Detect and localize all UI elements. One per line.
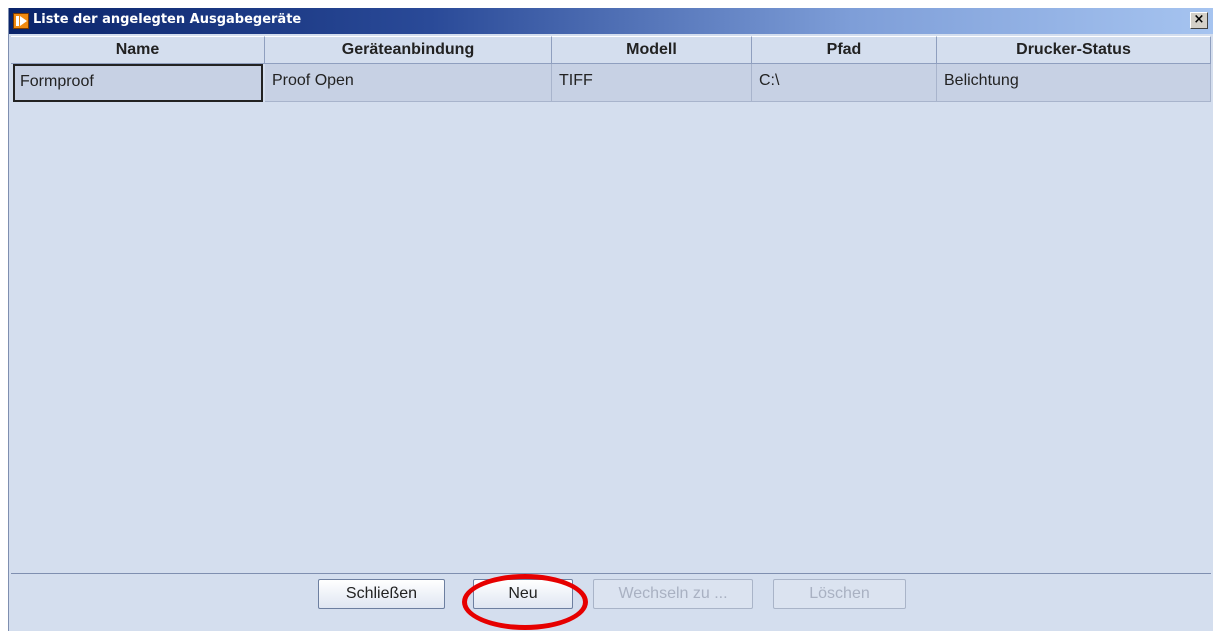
cell-printer-status[interactable]: Belichtung (937, 64, 1211, 102)
window-title: Liste der angelegten Ausgabegeräte (33, 12, 302, 27)
device-list-window: Liste der angelegten Ausgabegeräte × Nam… (8, 8, 1213, 631)
close-icon[interactable]: × (1190, 12, 1208, 29)
table-row[interactable]: Formproof Proof Open TIFF C:\ Belichtung (11, 64, 1211, 102)
column-header-model[interactable]: Modell (552, 36, 752, 64)
table-header: Name Geräteanbindung Modell Pfad Drucker… (11, 36, 1211, 64)
cell-connection[interactable]: Proof Open (265, 64, 552, 102)
column-header-printer-status[interactable]: Drucker-Status (937, 36, 1211, 64)
column-header-path[interactable]: Pfad (752, 36, 937, 64)
cell-name[interactable]: Formproof (13, 64, 263, 102)
column-header-connection[interactable]: Geräteanbindung (265, 36, 552, 64)
switch-to-button[interactable]: Wechseln zu ... (593, 579, 753, 609)
highlight-circle (462, 574, 588, 630)
title-bar[interactable]: Liste der angelegten Ausgabegeräte × (9, 8, 1213, 34)
close-button[interactable]: Schließen (318, 579, 445, 609)
app-logo-icon (13, 13, 29, 29)
device-table[interactable]: Name Geräteanbindung Modell Pfad Drucker… (11, 36, 1211, 574)
cell-model[interactable]: TIFF (552, 64, 752, 102)
column-header-name[interactable]: Name (11, 36, 265, 64)
cell-path[interactable]: C:\ (752, 64, 937, 102)
delete-button[interactable]: Löschen (773, 579, 906, 609)
